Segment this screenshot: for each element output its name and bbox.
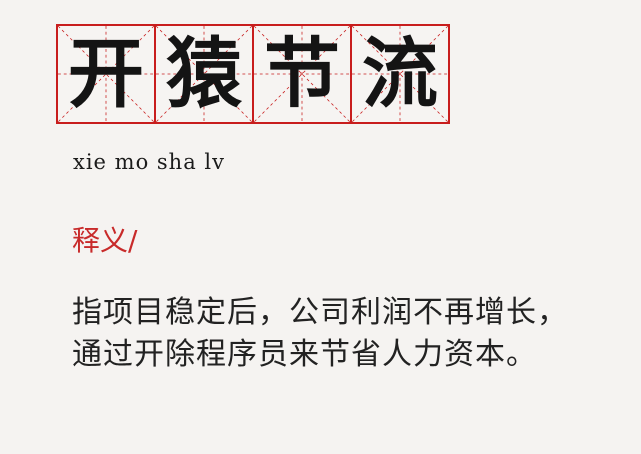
title-character-grid: 开 猿 节 流	[56, 24, 456, 124]
title-character: 节	[264, 29, 340, 118]
character-cell-1: 开	[56, 24, 156, 124]
section-heading: 释义/	[72, 224, 138, 257]
title-character: 开	[68, 29, 144, 118]
title-character: 流	[362, 29, 438, 118]
definition-text: 指项目稳定后，公司利润不再增长，通过开除程序员来节省人力资本。	[72, 295, 568, 372]
pinyin-line: xie mo sha lv	[73, 150, 225, 174]
title-character: 猿	[166, 29, 242, 118]
character-cell-3: 节	[252, 24, 352, 124]
character-cell-2: 猿	[154, 24, 254, 124]
character-cell-4: 流	[350, 24, 450, 124]
